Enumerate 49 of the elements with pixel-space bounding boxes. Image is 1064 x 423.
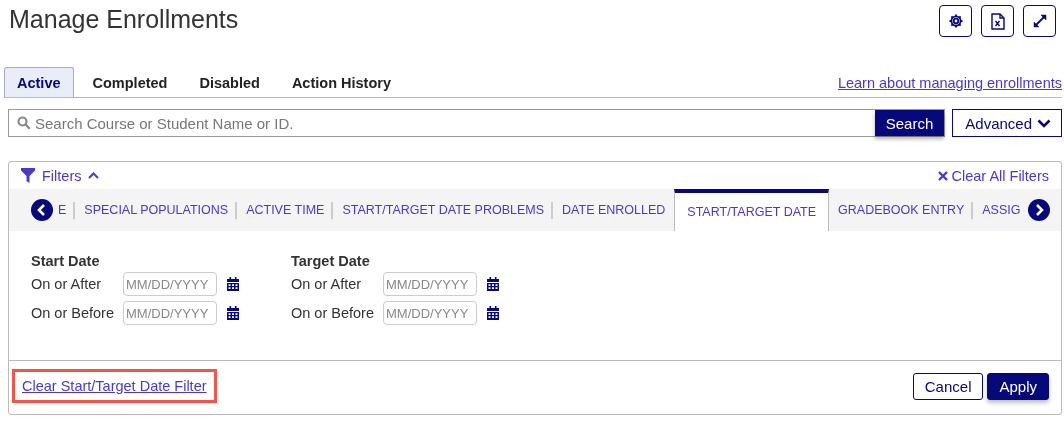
chevron-down-icon (1037, 118, 1051, 128)
filter-tab[interactable]: DATE ENROLLED (553, 189, 675, 231)
close-icon (937, 170, 948, 181)
calendar-icon[interactable] (227, 306, 239, 320)
group-heading: Start Date (31, 253, 101, 269)
tab[interactable]: Active (4, 67, 74, 97)
search-field[interactable]: Search Course or Student Name or ID. Search (8, 109, 946, 137)
scroll-left-button[interactable] (31, 199, 53, 221)
calendar-icon[interactable] (487, 277, 499, 291)
date-field[interactable]: MM/DD/YYYY (123, 272, 217, 296)
date-field[interactable]: MM/DD/YYYY (383, 301, 477, 325)
field-label: On or Before (31, 305, 115, 321)
expand-button[interactable] (1023, 5, 1056, 37)
calendar-icon[interactable] (487, 306, 499, 320)
scroll-right-button[interactable] (1028, 199, 1050, 221)
search-button[interactable]: Search (874, 110, 945, 136)
clear-date-filter-link[interactable]: Clear Start/Target Date Filter (12, 369, 217, 403)
filter-tab[interactable]: START/TARGET DATE PROBLEMS (333, 189, 554, 231)
date-field[interactable]: MM/DD/YYYY (383, 272, 477, 296)
page-title: Manage Enrollments (9, 5, 239, 34)
settings-button[interactable] (939, 5, 972, 37)
tab[interactable]: Action History (278, 67, 404, 97)
chevron-up-icon (88, 172, 100, 179)
filter-tab[interactable]: GRADEBOOK ENTRY (829, 189, 974, 231)
search-icon (17, 116, 31, 130)
tab[interactable]: Completed (79, 67, 181, 97)
tab[interactable]: Disabled (186, 67, 273, 97)
filter-tab[interactable]: ACTIVE TIME (237, 189, 334, 231)
apply-button[interactable]: Apply (987, 372, 1049, 400)
advanced-button[interactable]: Advanced (952, 109, 1062, 137)
field-label: On or After (291, 276, 363, 292)
filters-toggle[interactable]: Filters (21, 167, 100, 184)
clear-all-filters-link[interactable]: Clear All Filters (937, 167, 1049, 184)
field-label: On or Before (291, 305, 375, 321)
settings-icon (947, 13, 964, 29)
filter-icon (21, 168, 35, 183)
group-heading: Target Date (291, 253, 371, 269)
help-link[interactable]: Learn about managing enrollments (837, 75, 1062, 91)
field-label: On or After (31, 276, 103, 292)
export-button[interactable] (981, 5, 1014, 37)
filter-tab[interactable]: ASSIG (973, 189, 1030, 231)
expand-icon (1031, 13, 1048, 29)
date-field[interactable]: MM/DD/YYYY (123, 301, 217, 325)
cancel-button[interactable]: Cancel (912, 372, 984, 400)
filter-tab[interactable]: START/TARGET DATE (674, 189, 830, 231)
calendar-icon[interactable] (227, 277, 239, 291)
spreadsheet-file-icon (990, 12, 1005, 30)
filter-tab[interactable]: E (49, 189, 76, 231)
filter-tab[interactable]: SPECIAL POPULATIONS (75, 189, 238, 231)
